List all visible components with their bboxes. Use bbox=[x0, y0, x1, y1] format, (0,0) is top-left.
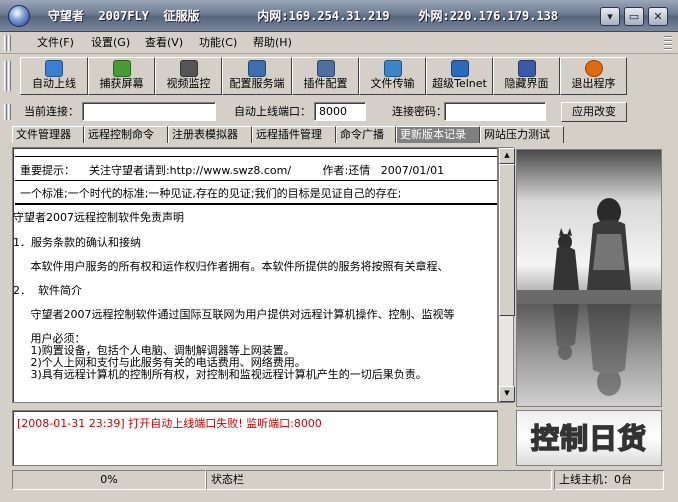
tab-update-history[interactable]: 更新版本记录 bbox=[396, 126, 480, 143]
brand-text: 控制日货 bbox=[530, 421, 647, 456]
current-connection-label: 当前连接： bbox=[24, 105, 79, 118]
plugin-config-icon bbox=[316, 60, 335, 77]
app-logo-icon bbox=[8, 5, 30, 27]
exit-button[interactable]: 退出程序 bbox=[560, 57, 627, 95]
menu-settings[interactable]: 设置(G) bbox=[88, 35, 133, 51]
toolbar-grip bbox=[8, 61, 11, 91]
online-hosts-panel: 上线主机：0台 bbox=[554, 470, 664, 490]
event-log[interactable]: [2008-01-31 23:39] 打开自动上线端口失败! 监听端口:8000 bbox=[12, 410, 498, 466]
connrow-grip bbox=[8, 104, 11, 120]
config-server-button[interactable]: 配置服务端 bbox=[222, 57, 292, 95]
section-2-body: 守望者2007远程控制软件通过国际互联网为用户提供对远程计算机操作、控制、监视等 bbox=[13, 308, 455, 321]
minimize-button[interactable]: ▾ bbox=[600, 7, 620, 26]
capture-screen-button[interactable]: 捕获屏幕 bbox=[88, 57, 155, 95]
connection-password-field[interactable] bbox=[444, 102, 546, 121]
progress-panel: 0% bbox=[12, 470, 206, 490]
current-connection-field[interactable] bbox=[82, 102, 216, 121]
tab-remote-commands[interactable]: 远程控制命令 bbox=[84, 126, 168, 143]
log-entry: [2008-01-31 23:39] 打开自动上线端口失败! 监听端口:8000 bbox=[17, 417, 322, 430]
file-transfer-icon bbox=[383, 60, 402, 77]
config-server-icon bbox=[248, 60, 266, 77]
status-text-panel: 状态栏 bbox=[206, 470, 552, 490]
motto-line: 一个标准;一个时代的标准;一种见证,存在的见证;我们的目标是见证自己的存在; bbox=[13, 187, 402, 200]
video-monitor-button[interactable]: 视频监控 bbox=[155, 57, 222, 95]
tab-website-stress-test[interactable]: 网站压力测试 bbox=[480, 126, 564, 143]
menu-view[interactable]: 查看(V) bbox=[142, 35, 186, 51]
auto-online-icon bbox=[45, 60, 63, 77]
girl-and-cat-image bbox=[517, 198, 661, 396]
power-icon bbox=[584, 60, 603, 77]
divider bbox=[15, 180, 497, 181]
menu-file[interactable]: 文件(F) bbox=[34, 35, 77, 51]
status-bar: 0% 状态栏 上线主机：0台 bbox=[0, 470, 678, 502]
hide-ui-button[interactable]: 隐藏界面 bbox=[493, 57, 560, 95]
tab-command-broadcast[interactable]: 命令广播 bbox=[336, 126, 396, 143]
auto-online-button[interactable]: 自动上线 bbox=[20, 57, 88, 95]
auto-online-port-field[interactable]: 8000 bbox=[314, 102, 366, 121]
apply-changes-button[interactable]: 应用改变 bbox=[561, 102, 627, 122]
toolbar-grip bbox=[4, 61, 7, 91]
menu-functions[interactable]: 功能(C) bbox=[196, 35, 240, 51]
title-bar[interactable]: 守望者 2007FLY 征服版 内网:169.254.31.219 外网:220… bbox=[0, 0, 678, 32]
tab-registry-emulator[interactable]: 注册表模拟器 bbox=[168, 126, 252, 143]
telnet-icon bbox=[450, 60, 469, 77]
connrow-grip bbox=[4, 104, 7, 120]
menu-bar: 文件(F) 设置(G) 查看(V) 功能(C) 帮助(H) bbox=[0, 32, 678, 54]
capture-screen-icon bbox=[112, 60, 131, 77]
close-button[interactable]: ✕ bbox=[648, 7, 668, 26]
menu-help[interactable]: 帮助(H) bbox=[250, 35, 295, 51]
file-transfer-button[interactable]: 文件传输 bbox=[359, 57, 426, 95]
update-history-text[interactable]: 重要提示： 关注守望者请到:http://www.swz8.com/ 作者:还情… bbox=[12, 147, 498, 403]
section-1-title: 1．服务条款的确认和接纳 bbox=[13, 236, 141, 249]
disclaimer-heading: 守望者2007远程控制软件免责声明 bbox=[13, 211, 184, 224]
tab-remote-plugins[interactable]: 远程插件管理 bbox=[252, 126, 336, 143]
tab-file-manager[interactable]: 文件管理器 bbox=[12, 126, 84, 143]
menubar-right-grip bbox=[664, 36, 672, 50]
auto-online-port-label: 自动上线端口： bbox=[234, 105, 311, 118]
section-1-body: 本软件用户服务的所有权和运作权归作者拥有。本软件所提供的服务将按照有关章程、 bbox=[13, 260, 449, 273]
decorative-photo bbox=[516, 149, 662, 407]
section-2-title: 2． 软件简介 bbox=[13, 284, 82, 297]
divider bbox=[15, 203, 497, 205]
requirement-3: 3)具有远程计算机的控制所有权，对控制和监视远程计算机产生的一切后果负责。 bbox=[13, 368, 427, 381]
connection-password-label: 连接密码： bbox=[392, 105, 447, 118]
toolbar: 自动上线 捕获屏幕 视频监控 配置服务端 插件配置 文件传输 超级Telnet … bbox=[0, 55, 678, 97]
video-monitor-icon bbox=[179, 60, 198, 77]
telnet-button[interactable]: 超级Telnet bbox=[426, 57, 493, 95]
divider bbox=[15, 156, 497, 157]
maximize-button[interactable]: ▭ bbox=[624, 7, 644, 26]
hide-ui-icon bbox=[517, 60, 536, 77]
plugin-config-button[interactable]: 插件配置 bbox=[292, 57, 359, 95]
scroll-up-arrow-icon[interactable]: ▲ bbox=[499, 148, 515, 164]
window-title: 守望者 2007FLY 征服版 内网:169.254.31.219 外网:220… bbox=[48, 9, 559, 23]
menubar-grip bbox=[8, 35, 11, 51]
notice-line: 重要提示： 关注守望者请到:http://www.swz8.com/ 作者:还情… bbox=[13, 164, 445, 177]
brand-banner: 控制日货 bbox=[516, 410, 662, 466]
scroll-thumb[interactable] bbox=[499, 164, 515, 316]
content-scrollbar[interactable]: ▲ ▼ bbox=[498, 147, 515, 403]
scroll-down-arrow-icon[interactable]: ▼ bbox=[499, 386, 515, 402]
menubar-grip bbox=[4, 35, 7, 51]
